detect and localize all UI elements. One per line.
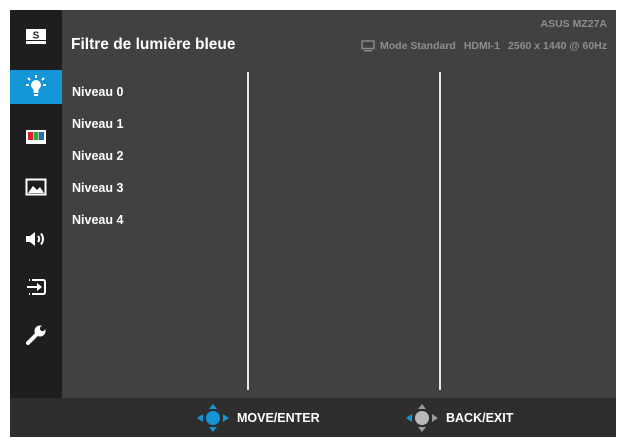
- move-enter-hint: MOVE/ENTER: [196, 398, 320, 437]
- sidebar-item-splendid[interactable]: S: [10, 20, 62, 54]
- light-bulb-icon: [26, 75, 46, 96]
- sidebar-item-input-select[interactable]: [10, 270, 62, 304]
- wrench-icon: [26, 325, 46, 345]
- option-niveau-4[interactable]: Niveau 4: [72, 213, 123, 227]
- back-exit-label: BACK/EXIT: [446, 410, 514, 425]
- color-bars-icon: [26, 130, 46, 144]
- monitor-model: ASUS MZ27A: [540, 18, 607, 30]
- joystick-gray-icon: [406, 403, 438, 432]
- input-arrow-icon: [27, 279, 46, 295]
- status-mode: Mode Standard: [380, 40, 456, 52]
- sidebar-item-system-setup[interactable]: [10, 318, 62, 352]
- sidebar: S: [10, 10, 62, 398]
- splendid-s-icon: S: [26, 29, 46, 44]
- move-enter-label: MOVE/ENTER: [237, 410, 320, 425]
- option-niveau-1[interactable]: Niveau 1: [72, 117, 123, 131]
- option-niveau-2[interactable]: Niveau 2: [72, 149, 123, 163]
- option-niveau-3[interactable]: Niveau 3: [72, 181, 123, 195]
- column-divider: [247, 72, 249, 390]
- status-resolution: 2560 x 1440 @ 60Hz: [508, 40, 607, 52]
- sidebar-item-color[interactable]: [10, 120, 62, 154]
- page-title: Filtre de lumière bleue: [71, 36, 236, 53]
- status-input: HDMI-1: [463, 40, 501, 52]
- sidebar-item-sound[interactable]: [10, 222, 62, 256]
- sidebar-item-blue-light-filter[interactable]: [10, 70, 62, 104]
- back-exit-hint: BACK/EXIT: [405, 398, 513, 437]
- column-divider: [439, 72, 441, 390]
- main-panel: Filtre de lumière bleue ASUS MZ27A Mode …: [62, 10, 616, 398]
- osd-menu: S Filtre de lumière bleue ASUS MZ27A Mod…: [10, 10, 616, 437]
- status-bar: Mode Standard HDMI-1 2560 x 1440 @ 60Hz: [361, 40, 607, 52]
- footer: MOVE/ENTER BACK/EXIT: [10, 398, 616, 437]
- monitor-icon: [361, 40, 375, 52]
- landscape-image-icon: [25, 178, 47, 196]
- speaker-icon: [26, 232, 44, 246]
- sidebar-item-image[interactable]: [10, 170, 62, 204]
- joystick-blue-icon: [197, 403, 229, 432]
- option-niveau-0[interactable]: Niveau 0: [72, 85, 123, 99]
- splendid-letter: S: [33, 31, 40, 42]
